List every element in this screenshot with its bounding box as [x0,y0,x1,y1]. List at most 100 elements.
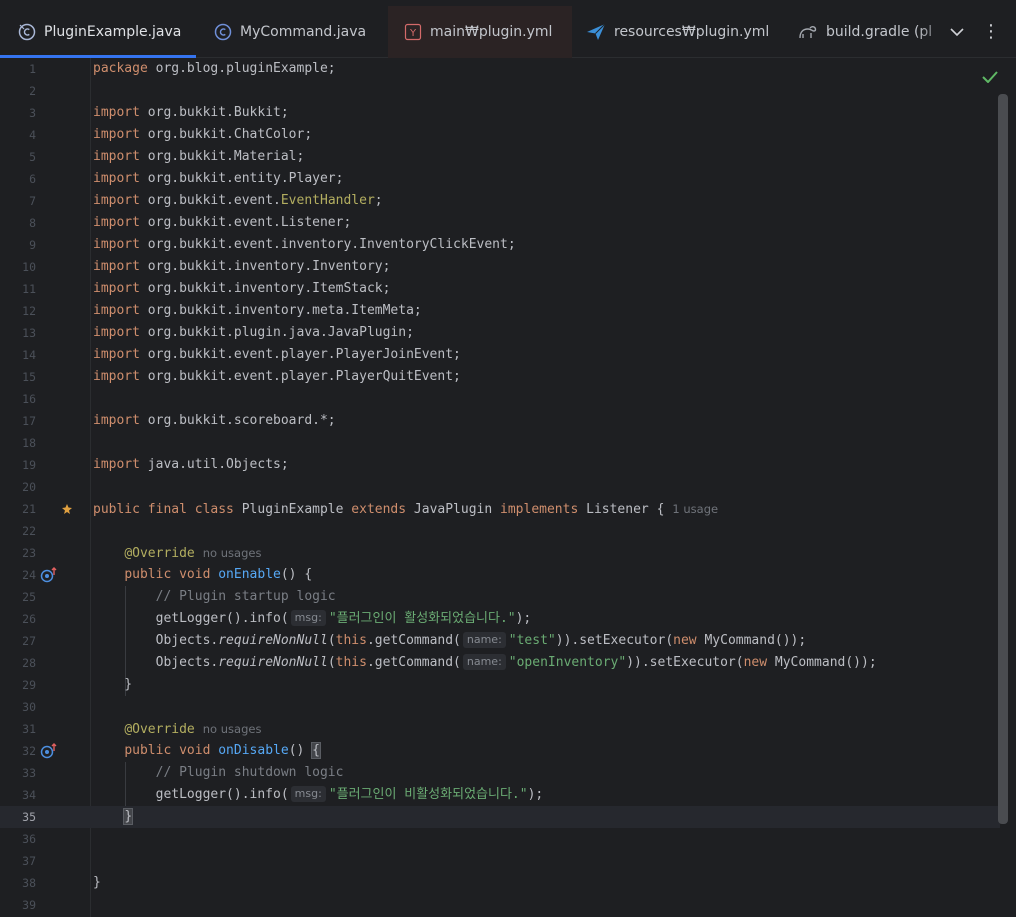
line-number: 21 [22,502,36,516]
code-text: import org.bukkit.event.player.PlayerJoi… [93,347,461,362]
plugin-yml-icon [586,23,606,41]
line-number: 7 [29,194,36,208]
tab-label: resources₩plugin.yml [614,24,770,40]
code-text: public void onEnable() { [124,567,313,582]
code-line: 8 import org.bukkit.event.Listener; [0,212,1000,234]
code-text: import org.bukkit.event.EventHandler; [93,193,383,208]
java-class-icon [18,23,36,41]
line-number: 18 [22,436,36,450]
line-number: 17 [22,414,36,428]
line-number: 39 [22,898,36,912]
code-text: import org.bukkit.inventory.Inventory; [93,259,391,274]
vertical-scrollbar[interactable] [998,94,1008,824]
code-text: @Override no usages [124,722,262,737]
usage-hint[interactable]: no usages [203,546,262,560]
code-text: import org.bukkit.event.Listener; [93,215,352,230]
plugin-entry-icon[interactable] [58,500,76,518]
code-line: 36 [0,828,1000,850]
more-options-icon[interactable]: ⋮ [982,22,1000,40]
line-number: 15 [22,370,36,384]
code-line: 28 Objects.requireNonNull(this.getComman… [0,652,1000,674]
code-text: package org.blog.pluginExample; [93,61,336,76]
line-number: 9 [29,238,36,252]
line-number: 1 [29,62,36,76]
code-line: 33 // Plugin shutdown logic [0,762,1000,784]
code-line: 12 import org.bukkit.inventory.meta.ItemM… [0,300,1000,322]
tab-label: main₩plugin.yml [430,24,553,40]
code-text: import org.bukkit.plugin.java.JavaPlugin… [93,325,414,340]
code-line: 1 package org.blog.pluginExample; [0,58,1000,80]
line-number: 5 [29,150,36,164]
code-text: import org.bukkit.ChatColor; [93,127,313,142]
code-line: 13 import org.bukkit.plugin.java.JavaPlug… [0,322,1000,344]
code-text: import org.bukkit.Bukkit; [93,105,289,120]
current-line: 35 } [0,806,1000,828]
line-number: 34 [22,788,36,802]
line-number: 3 [29,106,36,120]
line-number: 35 [22,810,36,824]
code-line: 5 import org.bukkit.Material; [0,146,1000,168]
code-line: 26 getLogger().info(msg: "플러그인이 활성화되었습니다.… [0,608,1000,630]
code-text: import org.bukkit.inventory.meta.ItemMet… [93,303,422,318]
line-number: 28 [22,656,36,670]
parameter-hint: name: [462,632,506,648]
code-text: public void onDisable() { [124,742,321,759]
code-text: import java.util.Objects; [93,457,289,472]
parameter-hint: msg: [290,786,326,802]
code-line: 17 import org.bukkit.scoreboard.*; [0,410,1000,432]
editor-tab-bar: PluginExample.java ✕ MyCommand.java Y ma… [0,0,1016,58]
line-number: 11 [22,282,36,296]
tab-main-plugin-yml[interactable]: Y main₩plugin.yml [388,6,572,58]
code-text: import org.bukkit.Material; [93,149,305,164]
line-number: 2 [29,84,36,98]
code-editor[interactable]: 1 package org.blog.pluginExample; 2 3 impo… [0,58,1016,917]
line-number: 19 [22,458,36,472]
code-text: import org.bukkit.scoreboard.*; [93,413,336,428]
code-text: import org.bukkit.event.player.PlayerQui… [93,369,461,384]
no-problems-check-icon[interactable] [982,68,998,87]
code-line: 20 [0,476,1000,498]
tab-build-gradle[interactable]: build.gradle (plu [782,6,932,58]
tab-tools: ⋮ [950,22,1000,41]
parameter-hint: msg: [290,610,326,626]
yaml-icon: Y [404,23,422,41]
tab-label: MyCommand.java [240,24,367,40]
code-line: 4 import org.bukkit.ChatColor; [0,124,1000,146]
code-line: 32 public void onDisable() { [0,740,1000,762]
tab-my-command[interactable]: MyCommand.java [196,6,388,58]
override-method-icon[interactable] [40,566,58,584]
code-text: @Override no usages [124,546,262,561]
code-line: 23 @Override no usages [0,542,1000,564]
code-text: } [93,677,133,692]
line-number: 30 [22,700,36,714]
code-line: 16 [0,388,1000,410]
code-line: 14 import org.bukkit.event.player.PlayerJ… [0,344,1000,366]
code-text: import org.bukkit.event.inventory.Invent… [93,237,516,252]
usage-hint[interactable]: 1 usage [672,502,718,516]
code-line: 21 public final class PluginExample exte… [0,498,1000,520]
code-line: 39 [0,894,1000,916]
code-line: 3 import org.bukkit.Bukkit; [0,102,1000,124]
line-number: 23 [22,546,36,560]
code-line: 37 [0,850,1000,872]
code-line: 34 getLogger().info(msg: "플러그인이 비활성화되었습니다… [0,784,1000,806]
gradle-icon [798,23,818,41]
override-method-icon[interactable] [40,742,58,760]
code-text: } [93,875,101,890]
usage-hint[interactable]: no usages [203,722,262,736]
code-line: 11 import org.bukkit.inventory.ItemStack; [0,278,1000,300]
code-line: 18 [0,432,1000,454]
tab-resources-plugin-yml[interactable]: resources₩plugin.yml [572,6,782,58]
line-number: 38 [22,876,36,890]
line-number: 22 [22,524,36,538]
line-number: 37 [22,854,36,868]
line-number: 13 [22,326,36,340]
code-line: 24 public void onEnable() { [0,564,1000,586]
chevron-down-icon[interactable] [950,22,964,41]
line-number: 24 [22,568,36,582]
code-line: 6 import org.bukkit.entity.Player; [0,168,1000,190]
code-line: 29 } [0,674,1000,696]
code-text: public final class PluginExample extends… [93,502,719,517]
code-text: getLogger().info(msg: "플러그인이 활성화되었습니다."); [93,610,532,626]
tab-plugin-example[interactable]: PluginExample.java ✕ [0,6,196,58]
